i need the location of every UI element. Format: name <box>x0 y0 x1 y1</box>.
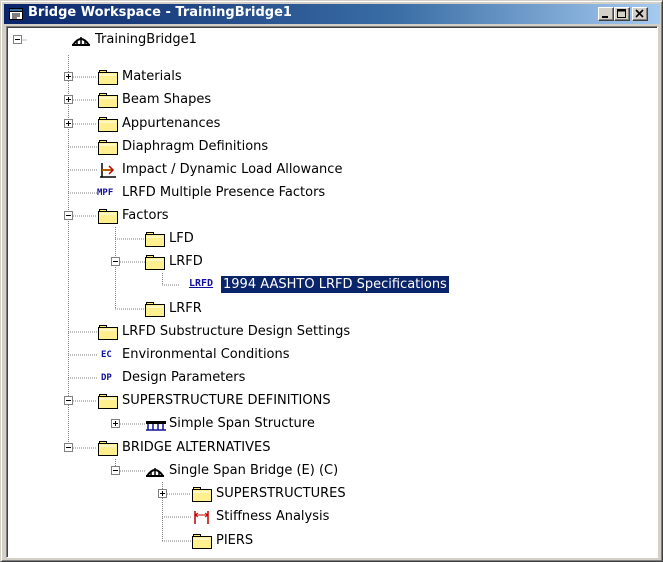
tree-item-stiffness-analysis[interactable]: Stiffness Analysis <box>214 508 331 525</box>
girder-structure-icon <box>146 421 166 431</box>
impact-load-icon <box>100 163 116 178</box>
tree-item-substructure-design-settings[interactable]: LRFD Substructure Design Settings <box>120 323 352 340</box>
tree-item-piers[interactable]: PIERS <box>214 532 255 549</box>
folder-icon <box>98 208 118 224</box>
bridge-workspace-window: Bridge Workspace - TrainingBridge1 Train… <box>0 0 663 562</box>
close-button[interactable] <box>632 7 648 21</box>
maximize-button[interactable] <box>614 7 630 21</box>
folder-icon <box>98 69 118 85</box>
maximize-icon <box>617 9 626 18</box>
tree-item-materials[interactable]: Materials <box>120 68 184 85</box>
folder-icon <box>192 486 212 502</box>
tree-item-design-parameters[interactable]: Design Parameters <box>120 369 247 386</box>
factors-collapse-toggle[interactable] <box>64 211 73 220</box>
folder-icon <box>98 440 118 456</box>
folder-icon <box>192 533 212 549</box>
stiffness-analysis-icon <box>194 511 209 524</box>
single-span-bridge-collapse-toggle[interactable] <box>111 466 120 475</box>
tree-item-factors[interactable]: Factors <box>120 207 171 224</box>
folder-icon <box>145 301 165 317</box>
design-parameters-icon: DP <box>101 373 112 383</box>
folder-icon <box>98 324 118 340</box>
tree-view[interactable]: TrainingBridge1 Materials Beam Shapes Ap… <box>6 26 658 558</box>
tree-item-training-bridge[interactable]: TrainingBridge1 <box>93 31 199 48</box>
superstructures-expand-toggle[interactable] <box>158 489 167 498</box>
folder-icon <box>145 254 165 270</box>
materials-expand-toggle[interactable] <box>64 72 73 81</box>
tree-item-environmental-conditions[interactable]: Environmental Conditions <box>120 346 292 363</box>
title-bar[interactable]: Bridge Workspace - TrainingBridge1 <box>4 4 660 24</box>
minimize-button[interactable] <box>598 7 614 21</box>
tree-item-impact-load-allowance[interactable]: Impact / Dynamic Load Allowance <box>120 161 344 178</box>
tree-item-beam-shapes[interactable]: Beam Shapes <box>120 91 213 108</box>
tree-item-lrfd-specifications[interactable]: 1994 AASHTO LRFD Specifications <box>220 275 450 294</box>
tree-item-simple-span-structure[interactable]: Simple Span Structure <box>167 415 317 432</box>
tree-item-superstructures[interactable]: SUPERSTRUCTURES <box>214 485 348 502</box>
tree-item-lrfd[interactable]: LRFD <box>167 253 205 270</box>
bridge-icon <box>146 468 164 477</box>
tree-item-appurtenances[interactable]: Appurtenances <box>120 115 222 132</box>
folder-icon <box>98 116 118 132</box>
simple-span-expand-toggle[interactable] <box>111 419 120 428</box>
beam-shapes-expand-toggle[interactable] <box>64 95 73 104</box>
bridge-icon <box>72 37 90 46</box>
lrfd-collapse-toggle[interactable] <box>111 257 120 266</box>
folder-icon <box>145 231 165 247</box>
tree-item-single-span-bridge[interactable]: Single Span Bridge (E) (C) <box>167 462 340 479</box>
window-title: Bridge Workspace - TrainingBridge1 <box>28 5 292 20</box>
folder-icon <box>98 92 118 108</box>
tree-item-bridge-alternatives[interactable]: BRIDGE ALTERNATIVES <box>120 439 273 456</box>
tree-item-multiple-presence-factors[interactable]: LRFD Multiple Presence Factors <box>120 184 327 201</box>
mpf-icon: MPF <box>97 188 114 198</box>
tree-item-lrfr[interactable]: LRFR <box>167 300 204 317</box>
environmental-conditions-icon: EC <box>101 350 112 360</box>
folder-icon <box>98 139 118 155</box>
root-collapse-toggle[interactable] <box>13 35 22 44</box>
superstructure-definitions-collapse-toggle[interactable] <box>64 396 73 405</box>
lrfd-spec-icon: LRFD <box>189 278 214 289</box>
close-icon <box>635 9 644 18</box>
tree-item-superstructure-definitions[interactable]: SUPERSTRUCTURE DEFINITIONS <box>120 392 333 409</box>
folder-icon <box>98 393 118 409</box>
minimize-icon <box>602 16 608 18</box>
bridge-alternatives-collapse-toggle[interactable] <box>64 443 73 452</box>
workspace-app-icon <box>9 8 23 20</box>
appurtenances-expand-toggle[interactable] <box>64 119 73 128</box>
tree-item-diaphragm-definitions[interactable]: Diaphragm Definitions <box>120 138 270 155</box>
tree-item-lfd[interactable]: LFD <box>167 230 196 247</box>
